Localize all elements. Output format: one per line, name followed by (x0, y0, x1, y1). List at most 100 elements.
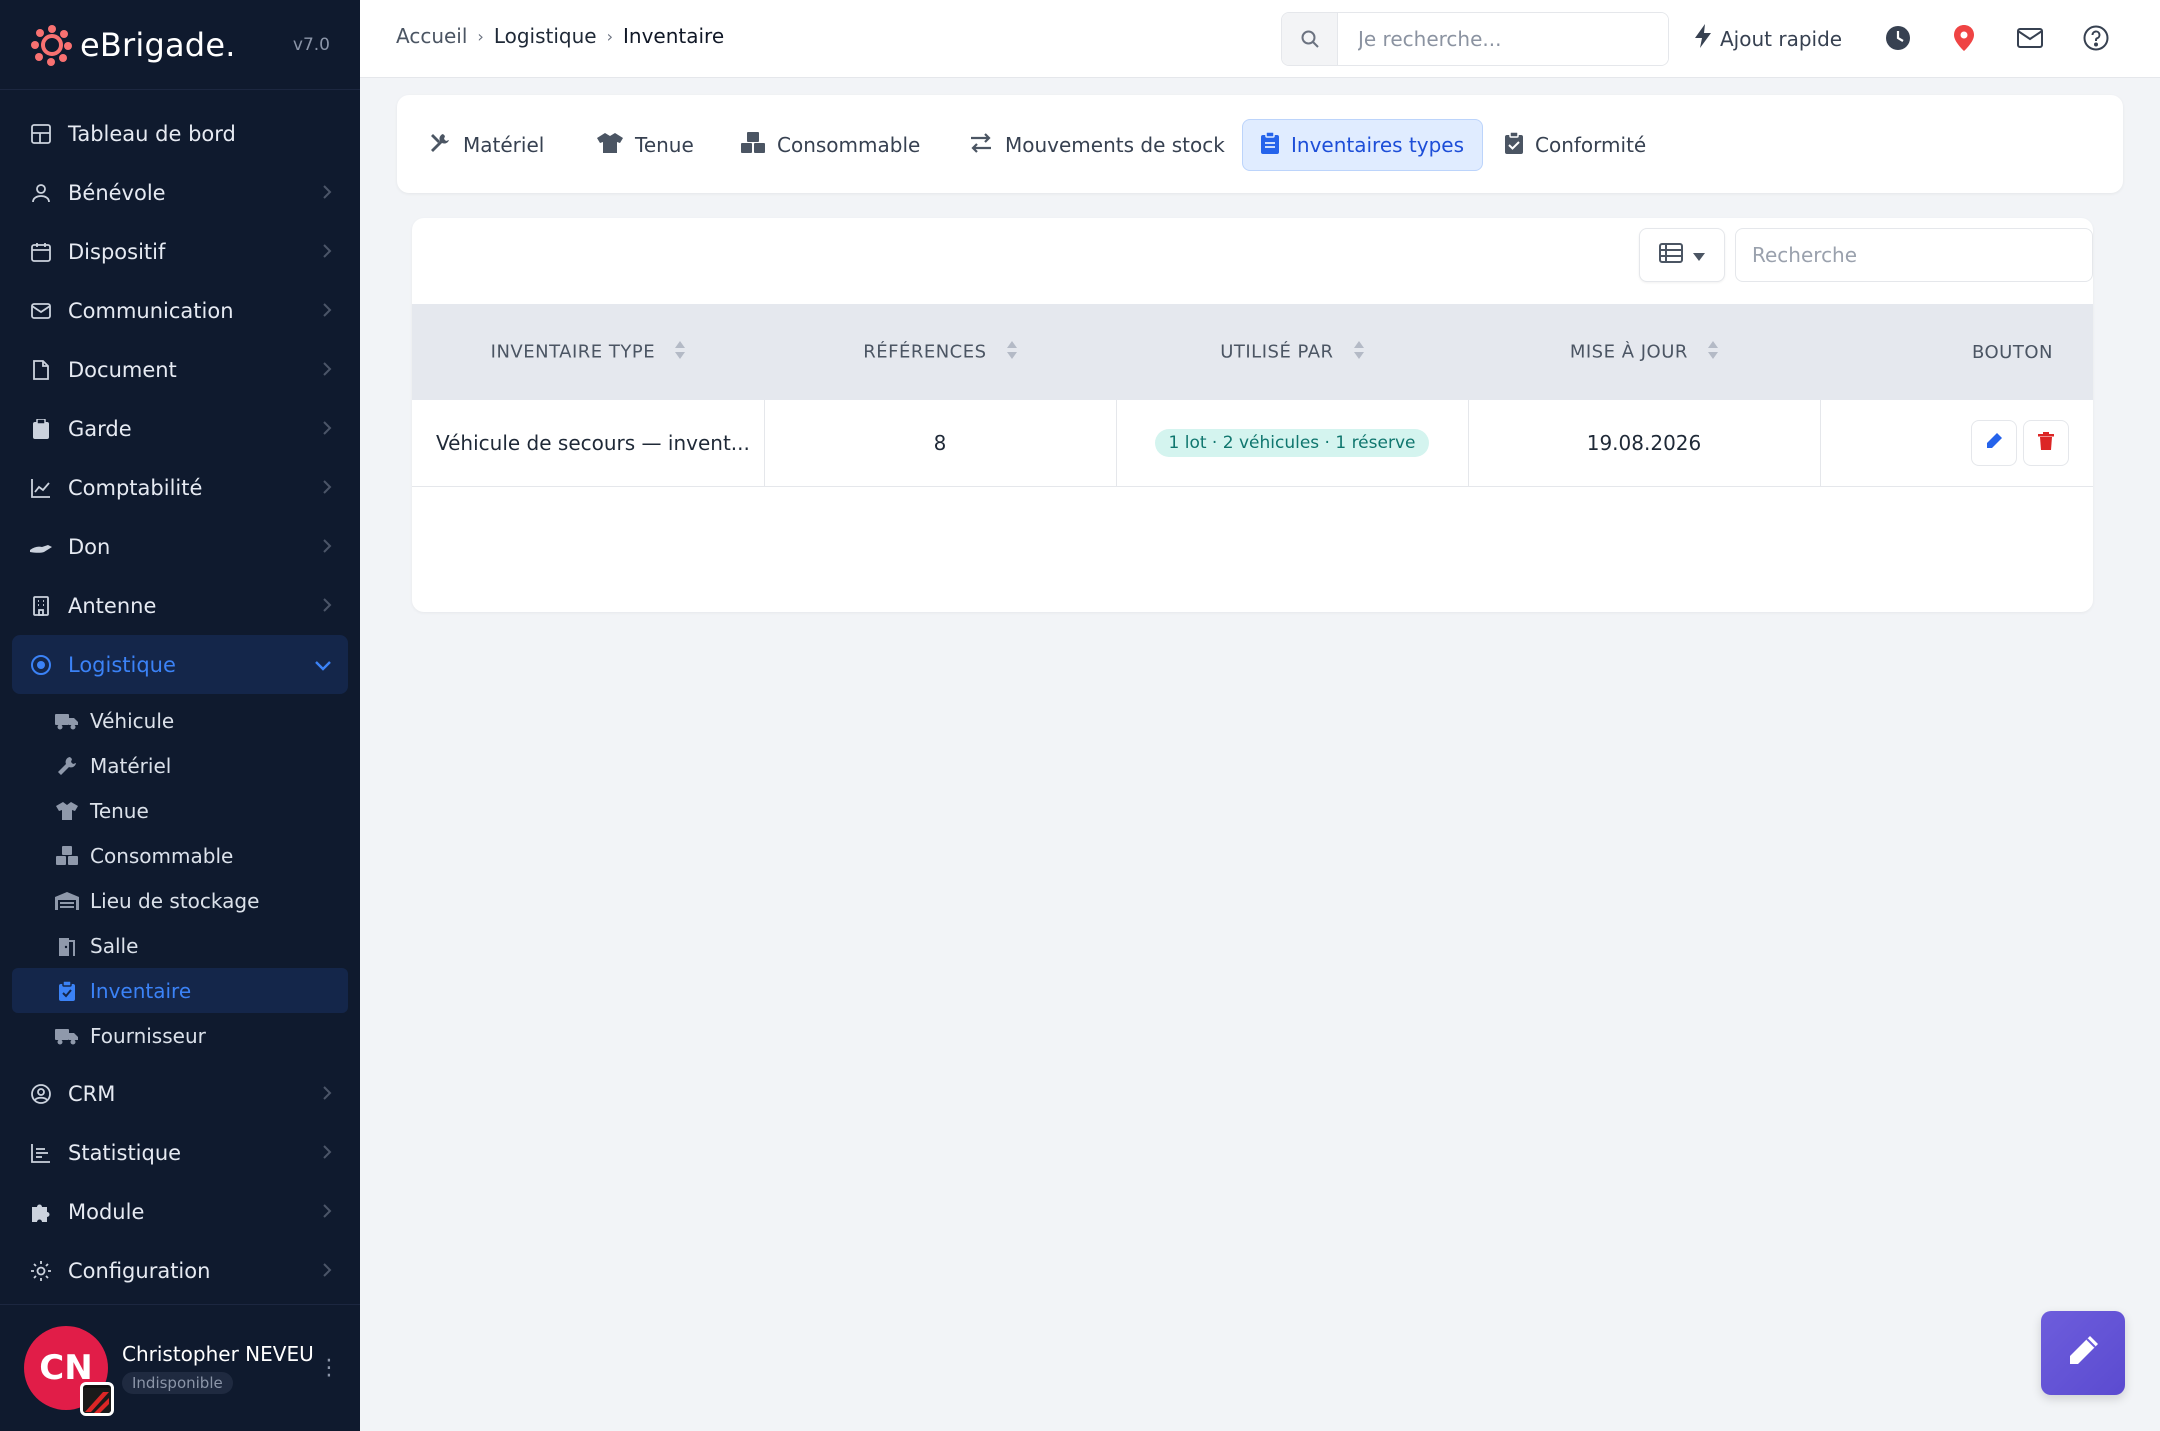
mail-icon (28, 298, 54, 324)
tab-inventaires-types[interactable]: Inventaires types (1242, 119, 1484, 171)
sidebar-subitem-vehicule[interactable]: Véhicule (0, 698, 360, 743)
boxes-icon (54, 845, 80, 866)
sidebar-item-label: Document (68, 357, 177, 382)
kebab-menu-icon[interactable]: ⋮ (318, 1356, 340, 1381)
cell-inventaire-type[interactable]: Véhicule de secours — invent... (412, 400, 765, 486)
tab-label: Tenue (635, 133, 694, 157)
quick-add-button[interactable]: Ajout rapide (1694, 24, 1842, 53)
avatar[interactable]: CN (24, 1326, 114, 1416)
sidebar-subitem-salle[interactable]: Salle (0, 923, 360, 968)
shirt-icon (54, 801, 80, 820)
chevron-right-icon (322, 181, 332, 205)
user-name: Christopher NEVEU (122, 1342, 314, 1366)
sidebar-item-garde[interactable]: Garde (0, 399, 360, 458)
chevron-right-icon (322, 1200, 332, 1224)
sort-icon (675, 340, 686, 364)
column-header-inventaire-type[interactable]: INVENTAIRE TYPE (412, 304, 764, 400)
table-row[interactable]: Véhicule de secours — invent... 8 1 lot … (412, 400, 2093, 486)
bar-chart-icon (28, 1140, 54, 1166)
help-icon[interactable] (2082, 24, 2110, 52)
clipboard-check-icon (54, 980, 80, 1001)
calendar-icon (28, 239, 54, 265)
table-search-input[interactable] (1735, 228, 2093, 282)
tab-conformite[interactable]: Conformité (1487, 119, 1664, 171)
quick-add-label: Ajout rapide (1720, 26, 1843, 51)
sidebar-item-label: Dispositif (68, 239, 166, 264)
sidebar-item-module[interactable]: Module (0, 1182, 360, 1241)
chart-line-icon (28, 475, 54, 501)
pencil-icon (1985, 431, 2003, 455)
sidebar-subitem-fournisseur[interactable]: Fournisseur (0, 1013, 360, 1058)
sidebar-item-dispositif[interactable]: Dispositif (0, 222, 360, 281)
arrows-exchange-icon (969, 132, 993, 159)
sort-icon (1353, 340, 1364, 364)
sidebar-item-configuration[interactable]: Configuration (0, 1241, 360, 1300)
sidebar-item-label: Bénévole (68, 180, 166, 205)
tab-consommable[interactable]: Consommable (723, 119, 938, 171)
sidebar-subitem-label: Inventaire (90, 978, 192, 1003)
column-header-utilise-par[interactable]: UTILISÉ PAR (1116, 304, 1468, 400)
sidebar-item-statistique[interactable]: Statistique (0, 1123, 360, 1182)
tab-tenue[interactable]: Tenue (579, 119, 712, 171)
brand-name: eBrigade. (80, 25, 236, 64)
chevron-right-icon (322, 1082, 332, 1106)
sidebar-subitem-consommable[interactable]: Consommable (0, 833, 360, 878)
column-header-references[interactable]: RÉFÉRENCES (764, 304, 1116, 400)
sort-icon (1006, 340, 1017, 364)
sidebar-item-tableau-de-bord[interactable]: Tableau de bord (0, 104, 360, 163)
chevron-right-icon (322, 240, 332, 264)
chevron-right-icon (322, 1141, 332, 1165)
sidebar-subitem-lieu-de-stockage[interactable]: Lieu de stockage (0, 878, 360, 923)
column-header-label: UTILISÉ PAR (1220, 341, 1334, 362)
sidebar-item-antenne[interactable]: Antenne (0, 576, 360, 635)
map-pin-icon[interactable] (1950, 24, 1978, 52)
delete-button[interactable] (2023, 419, 2069, 466)
breadcrumb-separator-icon: › (477, 26, 484, 46)
view-toggle-button[interactable] (1639, 228, 1725, 282)
inventory-types-table: INVENTAIRE TYPE RÉFÉRENCES UTILISÉ PAR M… (412, 304, 2093, 487)
table-view-icon (1659, 243, 1683, 267)
search-input[interactable] (1338, 13, 1668, 65)
sidebar-item-don[interactable]: Don (0, 517, 360, 576)
sidebar-subitem-inventaire[interactable]: Inventaire (12, 968, 348, 1013)
sidebar-item-logistique[interactable]: Logistique (12, 635, 348, 694)
table-toolbar (1639, 228, 2093, 282)
column-header-mise-a-jour[interactable]: MISE À JOUR (1468, 304, 1820, 400)
sidebar-item-benevole[interactable]: Bénévole (0, 163, 360, 222)
chevron-right-icon (322, 535, 332, 559)
breadcrumb-section[interactable]: Logistique (494, 24, 597, 48)
sidebar-item-label: Communication (68, 298, 234, 323)
gear-icon (28, 1258, 54, 1284)
sidebar-item-comptabilite[interactable]: Comptabilité (0, 458, 360, 517)
puzzle-icon (28, 1199, 54, 1225)
main-nav: Tableau de bord Bénévole Dispositif Comm… (0, 90, 360, 1300)
sidebar-subitem-materiel[interactable]: Matériel (0, 743, 360, 788)
topbar: Accueil › Logistique › Inventaire Ajout … (360, 0, 2160, 78)
sidebar-item-label: CRM (68, 1081, 116, 1106)
sidebar-item-crm[interactable]: CRM (0, 1064, 360, 1123)
warehouse-icon (54, 891, 80, 910)
sidebar-subitem-label: Matériel (90, 753, 172, 778)
sidebar-item-document[interactable]: Document (0, 340, 360, 399)
sidebar-subitem-tenue[interactable]: Tenue (0, 788, 360, 833)
user-panel[interactable]: CN Christopher NEVEU Indisponible ⋮ (0, 1304, 360, 1431)
tab-materiel[interactable]: Matériel (411, 119, 562, 171)
sidebar-item-communication[interactable]: Communication (0, 281, 360, 340)
breadcrumb-home[interactable]: Accueil (396, 24, 467, 48)
clipboard-check-icon (1505, 130, 1523, 159)
edit-button[interactable] (1971, 419, 2017, 466)
sidebar-item-label: Module (68, 1199, 145, 1224)
column-header-label: RÉFÉRENCES (863, 341, 987, 362)
search-icon (1282, 13, 1338, 65)
user-circle-icon (28, 1081, 54, 1107)
sidebar-item-label: Tableau de bord (68, 121, 236, 146)
truck-icon (54, 712, 80, 730)
brand[interactable]: eBrigade. v7.0 (0, 0, 360, 90)
tab-mouvements-de-stock[interactable]: Mouvements de stock (951, 119, 1243, 171)
floating-edit-button[interactable] (2041, 1311, 2125, 1395)
mail-icon[interactable] (2016, 24, 2044, 52)
clock-icon[interactable] (1884, 24, 1912, 52)
pencil-icon (2065, 1333, 2101, 1373)
breadcrumb-separator-icon: › (606, 26, 614, 46)
chevron-right-icon (322, 358, 332, 382)
